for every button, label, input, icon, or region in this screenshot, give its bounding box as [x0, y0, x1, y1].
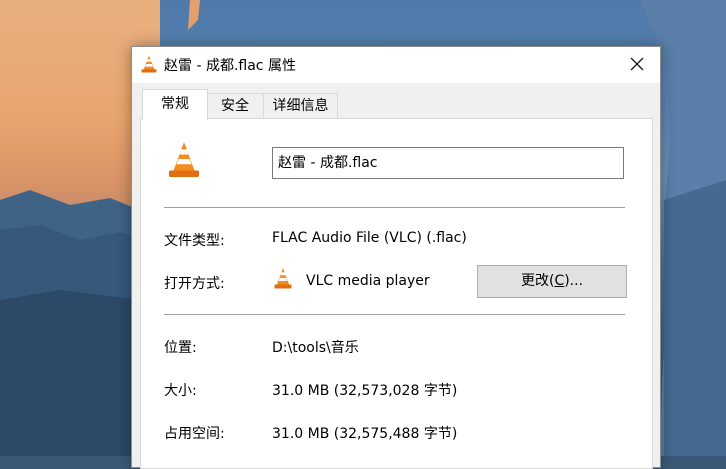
window-title: 赵雷 - 成都.flac 属性	[164, 58, 296, 74]
size-on-disk-label: 占用空间:	[164, 426, 225, 442]
change-button-label-suffix: )...	[564, 273, 584, 289]
close-icon	[630, 57, 644, 71]
file-type-value: FLAC Audio File (VLC) (.flac)	[272, 230, 467, 246]
title-bar[interactable]: 赵雷 - 成都.flac 属性	[132, 47, 660, 83]
size-on-disk-value: 31.0 MB (32,575,488 字节)	[272, 426, 458, 442]
general-tab-panel: 赵雷 - 成都.flac 文件类型: FLAC Audio File (VLC)…	[140, 118, 653, 469]
vlc-file-icon	[169, 142, 199, 177]
vlc-cone-icon	[274, 268, 292, 289]
vlc-cone-icon	[141, 55, 157, 73]
tab-security[interactable]: 安全	[206, 93, 264, 118]
file-name-input[interactable]: 赵雷 - 成都.flac	[272, 147, 624, 179]
tab-details[interactable]: 详细信息	[263, 93, 338, 118]
location-value: D:\tools\音乐	[272, 340, 359, 356]
properties-dialog: 赵雷 - 成都.flac 属性 常规 安全 详细信息 赵雷 - 成都.flac …	[131, 46, 661, 469]
opens-with-value: VLC media player	[306, 273, 430, 289]
file-type-label: 文件类型:	[164, 233, 225, 249]
location-label: 位置:	[164, 340, 197, 356]
dialog-body: 常规 安全 详细信息 赵雷 - 成都.flac 文件类型: FLAC Audio…	[132, 83, 660, 469]
change-button-hotkey: C	[554, 273, 565, 289]
separator	[164, 314, 625, 315]
opens-with-label: 打开方式:	[164, 276, 225, 292]
change-button-label: 更改(	[520, 273, 555, 289]
close-button[interactable]	[614, 47, 660, 81]
size-value: 31.0 MB (32,573,028 字节)	[272, 383, 458, 399]
change-button[interactable]: 更改(C)...	[477, 265, 627, 298]
tab-general[interactable]: 常规	[142, 89, 208, 120]
size-label: 大小:	[164, 383, 197, 399]
separator	[164, 207, 625, 208]
